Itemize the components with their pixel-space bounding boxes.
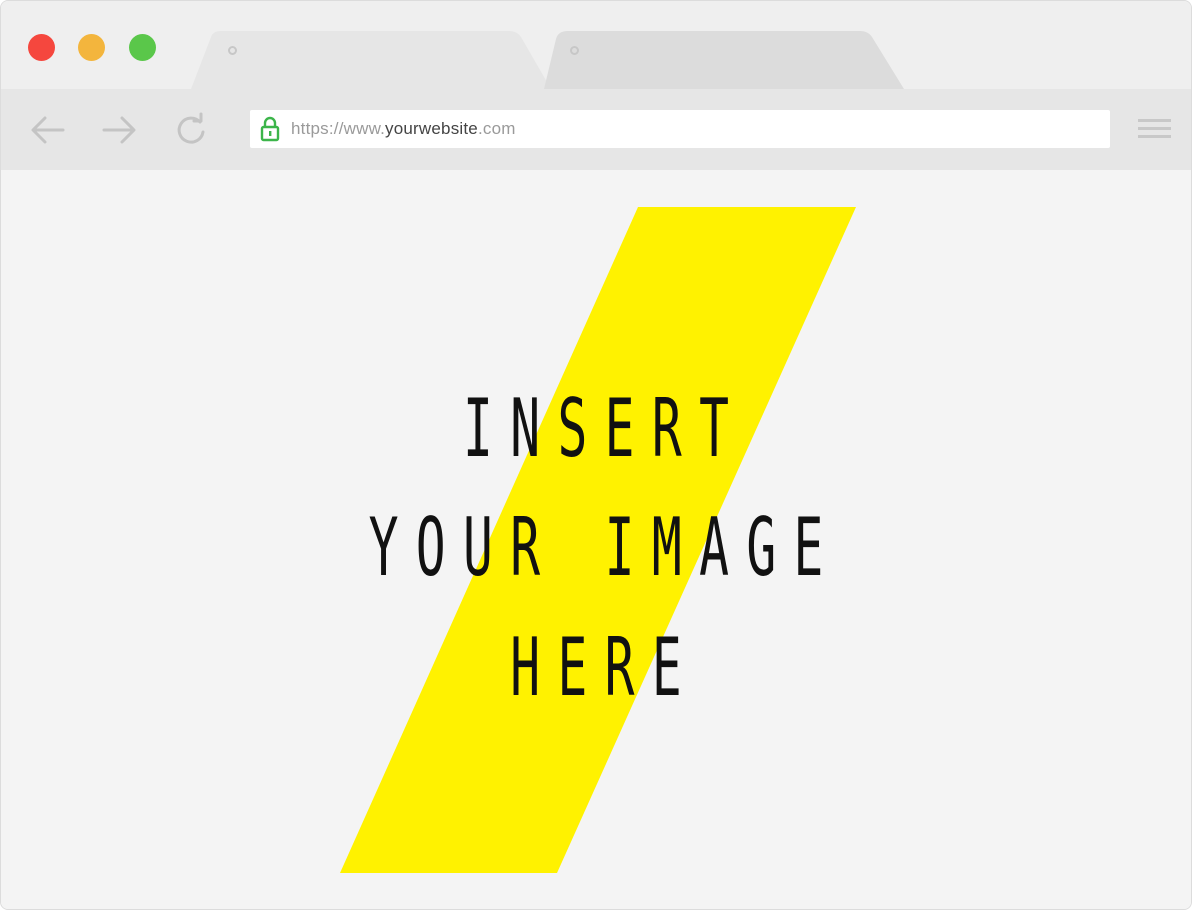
url-prefix: https://www.	[291, 119, 386, 138]
url-domain: yourwebsite	[385, 119, 478, 138]
page-content: INSERT YOUR IMAGE HERE	[1, 170, 1191, 909]
arrow-right-icon	[102, 116, 136, 144]
tab-inactive[interactable]	[544, 31, 904, 89]
headline-line-2: YOUR IMAGE	[368, 501, 841, 594]
arrow-left-icon	[31, 116, 65, 144]
reload-button[interactable]	[173, 112, 209, 148]
browser-toolbar: https://www.yourwebsite.com	[1, 89, 1191, 170]
tab-favicon-icon	[570, 46, 579, 55]
back-button[interactable]	[30, 112, 66, 148]
headline-line-1: INSERT	[463, 382, 747, 475]
title-bar	[1, 1, 1191, 89]
maximize-window-button[interactable]	[129, 34, 156, 61]
lock-icon	[260, 116, 280, 142]
url-text[interactable]: https://www.yourwebsite.com	[291, 119, 516, 139]
tab-active[interactable]	[191, 31, 551, 89]
tab-favicon-icon	[228, 46, 237, 55]
reload-icon	[177, 112, 205, 144]
minimize-window-button[interactable]	[78, 34, 105, 61]
close-window-button[interactable]	[28, 34, 55, 61]
address-bar[interactable]: https://www.yourwebsite.com	[250, 110, 1110, 148]
url-suffix: .com	[477, 119, 516, 138]
browser-window: https://www.yourwebsite.com INSERT YOUR …	[0, 0, 1192, 910]
forward-button[interactable]	[101, 112, 137, 148]
headline-line-3: HERE	[510, 621, 700, 714]
hamburger-menu-icon[interactable]	[1138, 116, 1171, 142]
